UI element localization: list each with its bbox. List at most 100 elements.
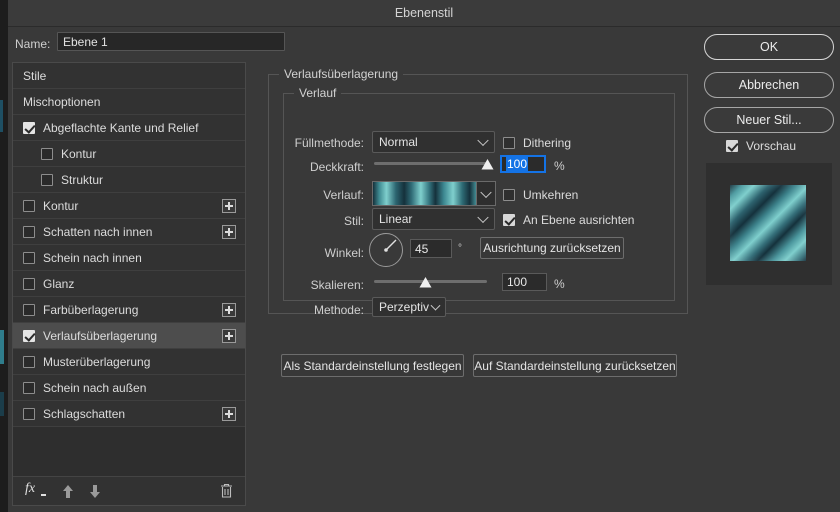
preview-checkbox-row[interactable]: Vorschau bbox=[726, 139, 796, 153]
sidebar-item-12[interactable]: Schein nach außen bbox=[13, 375, 245, 401]
sidebar-item-checkbox[interactable] bbox=[23, 381, 35, 394]
dithering-checkbox[interactable] bbox=[503, 137, 515, 149]
sidebar-item-label: Schlagschatten bbox=[43, 406, 126, 421]
sidebar-item-label: Schatten nach innen bbox=[43, 224, 153, 239]
preview-label: Vorschau bbox=[746, 139, 797, 153]
background-artifact-1 bbox=[0, 100, 3, 132]
add-effect-icon[interactable] bbox=[222, 199, 236, 213]
angle-dial[interactable] bbox=[369, 233, 403, 267]
gradient-picker-button[interactable] bbox=[476, 182, 495, 205]
align-layer-label: An Ebene ausrichten bbox=[523, 213, 635, 227]
angle-input[interactable]: 45 bbox=[410, 239, 452, 258]
sidebar-item-6[interactable]: Schatten nach innen bbox=[13, 219, 245, 245]
sidebar-item-label: Schein nach innen bbox=[43, 250, 142, 265]
background-artifact-3 bbox=[0, 392, 4, 416]
sidebar-item-label: Verlaufsüberlagerung bbox=[43, 328, 158, 343]
gradient-swatch[interactable] bbox=[372, 181, 496, 206]
cancel-button[interactable]: Abbrechen bbox=[704, 72, 834, 98]
sidebar-item-checkbox[interactable] bbox=[23, 303, 35, 316]
method-label: Methode: bbox=[313, 303, 364, 317]
opacity-slider[interactable] bbox=[374, 157, 494, 171]
sidebar-item-label: Farbüberlagerung bbox=[43, 302, 139, 317]
desktop-background-strip bbox=[0, 0, 8, 512]
sidebar-item-3[interactable]: Kontur bbox=[13, 141, 245, 167]
dialog-body: Ebenenstil Name: Ebene 1 Stile Mischoptio… bbox=[8, 0, 840, 512]
sidebar-item-checkbox[interactable] bbox=[23, 329, 35, 342]
scale-input[interactable]: 100 bbox=[502, 273, 547, 291]
reverse-checkbox[interactable] bbox=[503, 189, 515, 201]
chevron-down-icon bbox=[477, 211, 489, 224]
sidebar-item-label: Glanz bbox=[43, 276, 75, 291]
style-value: Linear bbox=[379, 212, 413, 226]
sidebar-item-checkbox[interactable] bbox=[41, 173, 53, 186]
sidebar-item-label: Mischoptionen bbox=[23, 94, 101, 109]
preview-checkbox[interactable] bbox=[726, 140, 738, 152]
add-effect-icon[interactable] bbox=[222, 329, 236, 343]
sidebar-item-checkbox[interactable] bbox=[23, 199, 35, 212]
sidebar-item-label: Abgeflachte Kante und Relief bbox=[43, 120, 199, 135]
sidebar-item-checkbox[interactable] bbox=[23, 251, 35, 264]
sidebar-item-11[interactable]: Musterüberlagerung bbox=[13, 349, 245, 375]
gradient-overlay-fieldset: Verlaufsüberlagerung Verlauf Füllmethode… bbox=[268, 67, 688, 317]
fx-icon[interactable]: fx bbox=[25, 481, 47, 497]
style-label: Stil: bbox=[343, 214, 364, 228]
gradient-legend: Verlauf bbox=[294, 86, 342, 100]
sidebar-item-9[interactable]: Farbüberlagerung bbox=[13, 297, 245, 323]
scale-value: 100 bbox=[507, 275, 528, 289]
sidebar-item-checkbox[interactable] bbox=[23, 355, 35, 368]
sidebar-item-checkbox[interactable] bbox=[41, 147, 53, 160]
opacity-input[interactable]: 100 bbox=[500, 155, 546, 173]
sidebar-item-label: Schein nach außen bbox=[43, 380, 147, 395]
name-label: Name: bbox=[15, 37, 51, 51]
sidebar-item-0[interactable]: Stile bbox=[13, 63, 245, 89]
new-style-button[interactable]: Neuer Stil... bbox=[704, 107, 834, 133]
blend-mode-select[interactable]: Normal bbox=[372, 131, 495, 153]
name-input[interactable]: Ebene 1 bbox=[57, 32, 285, 51]
trash-icon[interactable] bbox=[220, 483, 233, 499]
opacity-slider-thumb[interactable] bbox=[481, 159, 494, 170]
dialog-actions-panel: OK Abbrechen Neuer Stil... Vorschau bbox=[690, 0, 840, 486]
add-effect-icon[interactable] bbox=[222, 407, 236, 421]
style-select[interactable]: Linear bbox=[372, 208, 495, 230]
settings-panel: Verlaufsüberlagerung Verlauf Füllmethode… bbox=[254, 62, 698, 506]
set-as-default-button[interactable]: Als Standardeinstellung festlegen bbox=[281, 354, 464, 377]
reset-alignment-button[interactable]: Ausrichtung zurücksetzen bbox=[480, 237, 624, 259]
sidebar-item-label: Kontur bbox=[43, 198, 79, 213]
preview-thumbnail bbox=[730, 185, 806, 261]
sidebar-item-1[interactable]: Mischoptionen bbox=[13, 89, 245, 115]
blend-mode-label: Füllmethode: bbox=[294, 136, 364, 150]
sidebar-item-4[interactable]: Struktur bbox=[13, 167, 245, 193]
sidebar-item-7[interactable]: Schein nach innen bbox=[13, 245, 245, 271]
align-layer-checkbox[interactable] bbox=[503, 214, 515, 226]
layer-style-dialog-window: Ebenenstil Name: Ebene 1 Stile Mischoptio… bbox=[0, 0, 840, 512]
effects-list-panel: Stile Mischoptionen Abgeflachte Kante und … bbox=[12, 62, 246, 506]
align-layer-checkbox-row[interactable]: An Ebene ausrichten bbox=[503, 213, 634, 227]
dithering-checkbox-row[interactable]: Dithering bbox=[503, 136, 571, 150]
method-select[interactable]: Perzeptiv bbox=[372, 297, 446, 317]
scale-slider[interactable] bbox=[374, 275, 487, 289]
reverse-checkbox-row[interactable]: Umkehren bbox=[503, 188, 578, 202]
scale-slider-thumb[interactable] bbox=[419, 277, 432, 288]
sidebar-item-5[interactable]: Kontur bbox=[13, 193, 245, 219]
preview-box bbox=[706, 163, 832, 285]
angle-value: 45 bbox=[415, 241, 429, 256]
sidebar-item-10[interactable]: Verlaufsüberlagerung bbox=[13, 323, 245, 349]
add-effect-icon[interactable] bbox=[222, 303, 236, 317]
sidebar-item-checkbox[interactable] bbox=[23, 407, 35, 420]
sidebar-item-8[interactable]: Glanz bbox=[13, 271, 245, 297]
arrow-up-icon[interactable] bbox=[61, 484, 75, 499]
reset-to-default-button[interactable]: Auf Standardeinstellung zurücksetzen bbox=[473, 354, 677, 377]
sidebar-item-13[interactable]: Schlagschatten bbox=[13, 401, 245, 427]
opacity-slider-track bbox=[374, 162, 487, 165]
ok-button[interactable]: OK bbox=[704, 34, 834, 60]
sidebar-item-2[interactable]: Abgeflachte Kante und Relief bbox=[13, 115, 245, 141]
chevron-down-icon bbox=[430, 300, 441, 311]
opacity-label: Deckkraft: bbox=[309, 160, 364, 174]
chevron-down-icon bbox=[480, 186, 492, 198]
method-value: Perzeptiv bbox=[379, 300, 430, 314]
sidebar-item-checkbox[interactable] bbox=[23, 225, 35, 238]
sidebar-item-checkbox[interactable] bbox=[23, 121, 35, 134]
sidebar-item-checkbox[interactable] bbox=[23, 277, 35, 290]
arrow-down-icon[interactable] bbox=[88, 484, 102, 499]
add-effect-icon[interactable] bbox=[222, 225, 236, 239]
